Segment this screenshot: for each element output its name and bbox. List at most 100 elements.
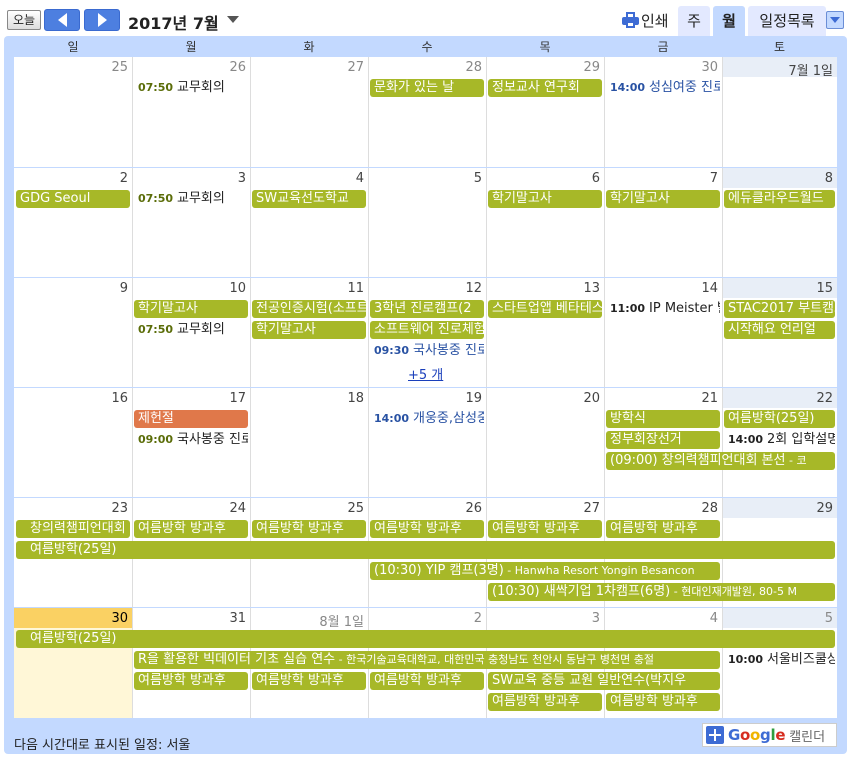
day-number[interactable]: 31 <box>132 611 246 626</box>
day-number[interactable]: 5 <box>722 611 833 626</box>
day-number[interactable]: 20 <box>486 391 600 406</box>
more-events-link[interactable]: +5 개 <box>408 364 443 383</box>
event-bar[interactable]: 학기말고사 <box>252 321 366 339</box>
event-bar[interactable]: 소프트웨어 진로체험 <box>370 321 484 339</box>
day-number[interactable]: 23 <box>14 501 128 516</box>
day-number[interactable]: 7월 1일 <box>722 60 833 79</box>
event-bar[interactable]: SW교육선도학교 <box>252 190 366 208</box>
event-bar[interactable]: 학기말고사 <box>134 300 248 318</box>
day-number[interactable]: 8월 1일 <box>250 611 364 630</box>
event-bar[interactable]: 문화가 있는 날 <box>370 79 484 97</box>
today-button[interactable]: 오늘 <box>7 10 41 30</box>
timed-event[interactable]: 09:00 국사봉중 진로 <box>134 431 248 449</box>
timed-event[interactable]: 14:00 성심여중 진로 <box>606 79 720 97</box>
event-bar[interactable]: (10:30) 새싹기업 1차캠프(6명) - 현대인재개발원, 80-5 M <box>488 583 835 601</box>
day-number[interactable]: 14 <box>604 281 718 296</box>
event-bar[interactable]: 여름방학 방과후 <box>252 672 366 690</box>
day-number[interactable]: 12 <box>368 281 482 296</box>
event-bar[interactable]: 여름방학 방과후 <box>606 693 720 711</box>
day-number[interactable]: 7 <box>604 171 718 186</box>
day-number[interactable]: 26 <box>368 501 482 516</box>
day-number[interactable]: 4 <box>250 171 364 186</box>
event-bar[interactable]: 여름방학(25일) <box>16 541 835 559</box>
event-bar[interactable]: 제헌절 <box>134 410 248 428</box>
day-number[interactable]: 28 <box>368 60 482 75</box>
chevron-down-icon[interactable] <box>227 16 239 23</box>
event-bar[interactable]: 에듀클라우드월드 <box>724 190 835 208</box>
view-menu-button[interactable] <box>826 11 844 29</box>
day-number[interactable]: 2 <box>368 611 482 626</box>
day-number[interactable]: 27 <box>486 501 600 516</box>
day-number[interactable]: 15 <box>722 281 833 296</box>
tab-week[interactable]: 주 <box>678 6 710 36</box>
event-bar[interactable]: GDG Seoul <box>16 190 130 208</box>
event-bar[interactable]: 여름방학 방과후 <box>488 693 602 711</box>
tab-month[interactable]: 월 <box>713 6 745 36</box>
timed-event[interactable]: 14:00 개웅중,삼성중 <box>370 410 484 428</box>
event-bar[interactable]: 방학식 <box>606 410 720 428</box>
day-number[interactable]: 25 <box>14 60 128 75</box>
day-number[interactable]: 2 <box>14 171 128 186</box>
day-number[interactable]: 26 <box>132 60 246 75</box>
day-number[interactable]: 9 <box>14 281 128 296</box>
event-bar[interactable]: 정부회장선거 <box>606 431 720 449</box>
print-button[interactable]: 인쇄 <box>622 9 669 31</box>
event-bar[interactable]: 여름방학 방과후 <box>370 520 484 538</box>
event-bar[interactable]: 여름방학 방과후 <box>488 520 602 538</box>
day-number[interactable]: 13 <box>486 281 600 296</box>
timed-event[interactable]: 11:00IP Meister 발 <box>606 300 720 318</box>
day-number[interactable]: 18 <box>250 391 364 406</box>
day-number[interactable]: 25 <box>250 501 364 516</box>
day-number[interactable]: 5 <box>368 171 482 186</box>
tab-agenda[interactable]: 일정목록 <box>748 6 826 36</box>
event-bar[interactable]: 학기말고사 <box>606 190 720 208</box>
day-number[interactable]: 29 <box>486 60 600 75</box>
event-bar[interactable]: 여름방학 방과후 <box>252 520 366 538</box>
day-number[interactable]: 17 <box>132 391 246 406</box>
next-month-button[interactable] <box>84 9 120 31</box>
timed-event[interactable]: 09:30 국사봉중 진로 <box>370 342 484 360</box>
event-bar[interactable]: (09:00) 창의력챔피언대회 본선 - 코 <box>606 452 835 470</box>
add-to-google-calendar-button[interactable]: Google 캘린더 <box>702 723 837 747</box>
event-bar[interactable]: 여름방학 방과후 <box>134 672 248 690</box>
event-bar[interactable]: 학기말고사 <box>488 190 602 208</box>
event-bar[interactable]: 창의력챔피언대회 본선 <box>16 520 130 538</box>
day-number[interactable]: 4 <box>604 611 718 626</box>
event-bar[interactable]: 여름방학 방과후 <box>606 520 720 538</box>
day-number[interactable]: 16 <box>14 391 128 406</box>
day-number[interactable]: 30 <box>604 60 718 75</box>
day-number[interactable]: 11 <box>250 281 364 296</box>
day-number[interactable]: 19 <box>368 391 482 406</box>
timed-event[interactable]: 14:00 2회 입학설명 <box>724 431 835 449</box>
day-number[interactable]: 3 <box>486 611 600 626</box>
event-bar[interactable]: 전공인증시험(소프트웨어 <box>252 300 366 318</box>
timed-event[interactable]: 07:50 교무회의 <box>134 321 248 339</box>
day-number[interactable]: 6 <box>486 171 600 186</box>
event-bar[interactable]: SW교육 중등 교원 일반연수(박지우 <box>488 672 720 690</box>
event-bar[interactable]: (10:30) YIP 캠프(3명) - Hanwha Resort Yongi… <box>370 562 720 580</box>
event-bar[interactable]: R을 활용한 빅데이터 기초 실습 연수 - 한국기술교육대학교, 대한민국 충… <box>134 651 720 669</box>
timed-event[interactable]: 07:50 교무회의 <box>134 190 248 208</box>
day-number[interactable]: 3 <box>132 171 246 186</box>
event-bar[interactable]: 여름방학 방과후 <box>370 672 484 690</box>
prev-month-button[interactable] <box>44 9 80 31</box>
day-number[interactable]: 30 <box>14 611 128 626</box>
event-bar[interactable]: 스타트업앱 베타테스터 <box>488 300 602 318</box>
event-bar[interactable]: 여름방학(25일) <box>724 410 835 428</box>
day-number[interactable]: 24 <box>132 501 246 516</box>
event-bar[interactable]: 여름방학 방과후 <box>134 520 248 538</box>
day-number[interactable]: 27 <box>250 60 364 75</box>
event-bar[interactable]: 여름방학(25일) <box>16 630 835 648</box>
day-number[interactable]: 29 <box>722 501 833 516</box>
event-bar[interactable]: 시작해요 언리얼 <box>724 321 835 339</box>
timed-event[interactable]: 07:50 교무회의 <box>134 79 248 97</box>
event-bar[interactable]: 3학년 진로캠프(2 <box>370 300 484 318</box>
day-number[interactable]: 22 <box>722 391 833 406</box>
day-number[interactable]: 10 <box>132 281 246 296</box>
day-number[interactable]: 8 <box>722 171 833 186</box>
event-bar[interactable]: STAC2017 부트캠프 <box>724 300 835 318</box>
day-number[interactable]: 28 <box>604 501 718 516</box>
timed-event[interactable]: 10:00 서울비즈쿨상 <box>724 651 835 669</box>
day-number[interactable]: 21 <box>604 391 718 406</box>
event-bar[interactable]: 정보교사 연구회 <box>488 79 602 97</box>
